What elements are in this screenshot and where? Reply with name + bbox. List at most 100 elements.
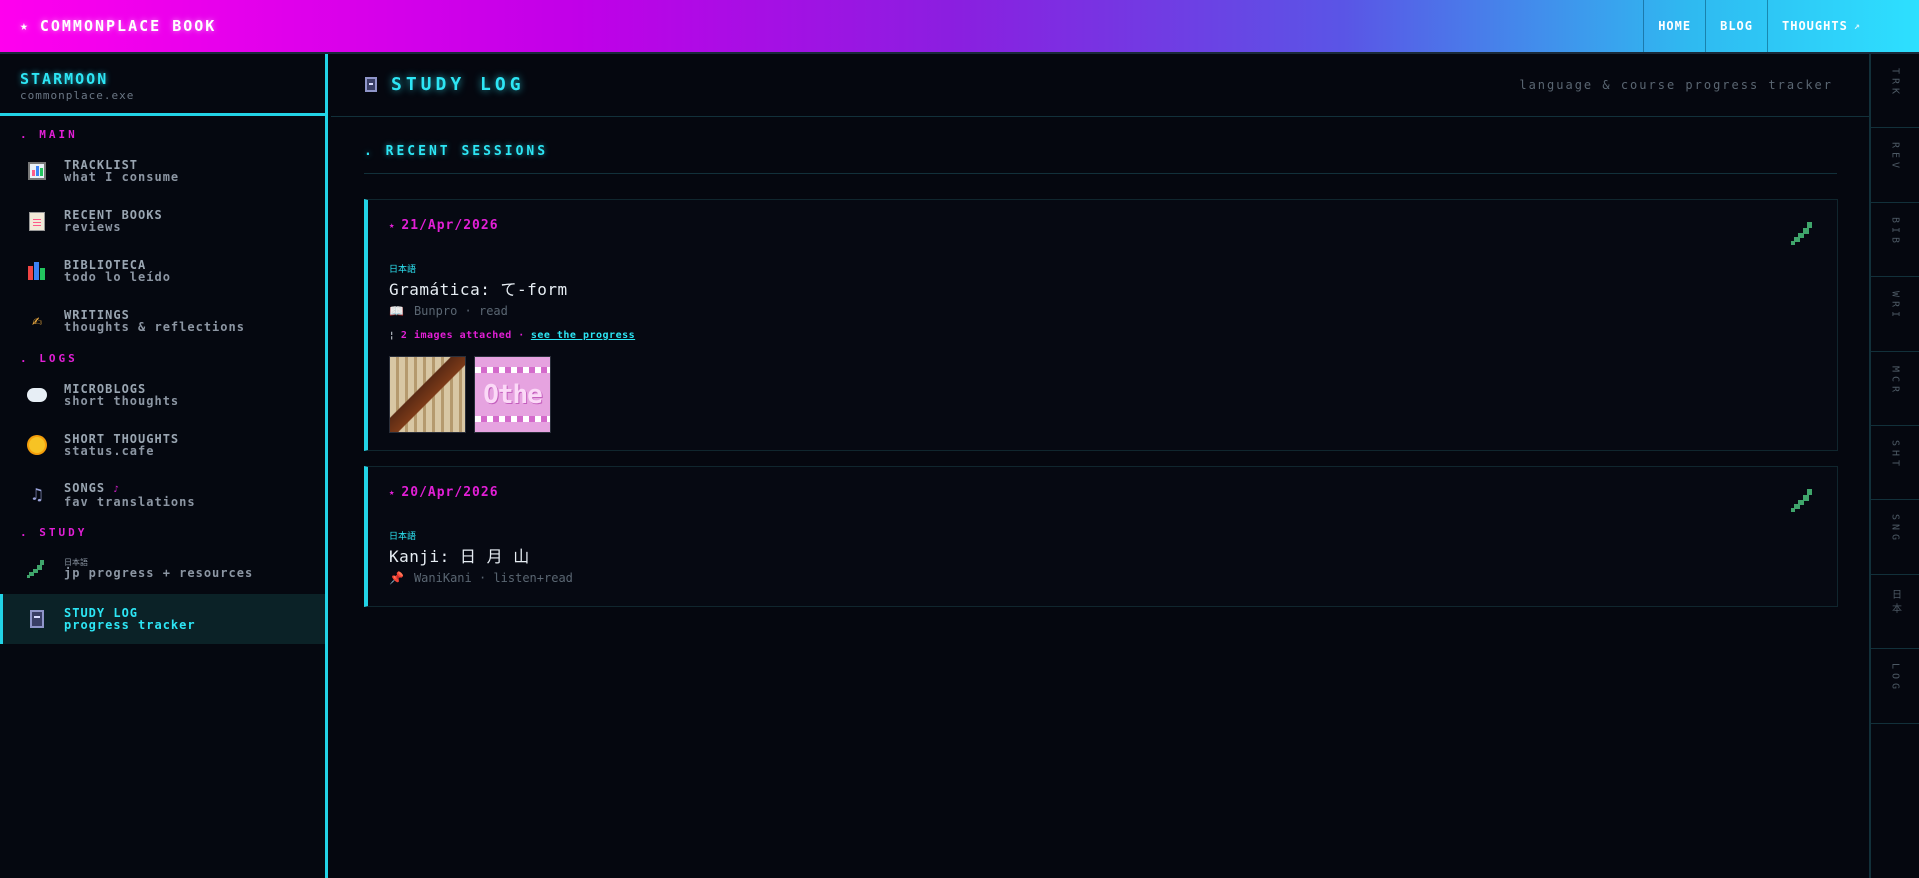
star-icon: ★ xyxy=(20,18,30,34)
sidebar-item-title: RECENT BOOKS xyxy=(64,207,163,222)
top-nav: HOME BLOG THOUGHTS ↗ xyxy=(1643,0,1919,52)
open-book-icon: 📖 xyxy=(389,304,404,318)
rail-tab-label: 日本 xyxy=(1889,588,1901,617)
bar-chart-icon xyxy=(26,160,48,182)
sidebar-item-subtitle: fav translations xyxy=(64,494,196,509)
entry-topic: Kanji: 日 月 山 xyxy=(389,547,530,566)
session-entry: ★ 21/Apr/2026 日本語 Gramática: て-form 📖 Bu… xyxy=(364,199,1838,451)
page-header: STUDY LOG language & course progress tra… xyxy=(331,54,1869,117)
japan-map-icon xyxy=(1791,222,1815,246)
section-label-main: . MAIN xyxy=(20,127,78,141)
rail-tab-label: SHT xyxy=(1889,439,1901,471)
site-title: STARMOON xyxy=(20,70,109,88)
sidebar-item-japanese[interactable]: 日本語 jp progress + resources xyxy=(0,544,325,594)
rail-tab-label: TRK xyxy=(1889,68,1901,99)
sidebar-item-title: WRITINGS xyxy=(64,307,130,322)
nav-thoughts-label: THOUGHTS xyxy=(1782,19,1848,33)
rail-tab-trk[interactable]: TRK xyxy=(1871,54,1919,129)
entry-meta-text: Bunpro · read xyxy=(413,304,508,318)
paperclip-icon: ¦ xyxy=(389,330,395,341)
sun-icon xyxy=(26,434,48,456)
thumbnail-image[interactable]: Othe xyxy=(474,356,551,433)
rail-tab-sht[interactable]: SHT xyxy=(1871,426,1919,501)
sidebar-item-tracklist[interactable]: TRACKLIST what I consume xyxy=(0,146,325,196)
section-label-study: . STUDY xyxy=(20,525,88,539)
top-bar: ★ COMMONPLACE BOOK HOME BLOG THOUGHTS ↗ xyxy=(0,0,1919,54)
page-title-text: STUDY LOG xyxy=(391,74,525,95)
rail-tab-label: WRI xyxy=(1889,291,1901,322)
sidebar-header[interactable]: STARMOON commonplace.exe xyxy=(0,54,325,116)
attachments-text: 2 images attached · xyxy=(400,330,525,341)
sidebar-item-biblioteca[interactable]: BIBLIOTECA todo lo leído xyxy=(0,246,325,296)
brand-title: COMMONPLACE BOOK xyxy=(39,17,217,35)
entry-meta: 📖 Bunpro · read xyxy=(389,304,508,318)
japan-map-icon xyxy=(1791,489,1815,513)
star-icon: ★ xyxy=(389,220,396,231)
nav-blog-link[interactable]: BLOG xyxy=(1705,0,1767,52)
nav-thoughts-link[interactable]: THOUGHTS ↗ xyxy=(1767,0,1919,52)
sidebar-item-subtitle: short thoughts xyxy=(64,393,180,408)
sidebar-item-study-log[interactable]: STUDY LOG progress tracker xyxy=(0,594,325,644)
page-subtitle: language & course progress tracker xyxy=(1519,78,1833,92)
rail-tab-mcr[interactable]: MCR xyxy=(1871,352,1919,426)
brand[interactable]: ★ COMMONPLACE BOOK xyxy=(20,16,216,36)
rail-tab-rev[interactable]: REV xyxy=(1871,128,1919,203)
rail-tab-bib[interactable]: BIB xyxy=(1871,203,1919,278)
session-entry: ★ 20/Apr/2026 日本語 Kanji: 日 月 山 📌 WaniKan… xyxy=(364,466,1838,607)
sidebar-item-subtitle: what I consume xyxy=(64,169,180,184)
sidebar-item-subtitle: todo lo leído xyxy=(64,269,171,284)
sidebar-item-writings[interactable]: ✍ WRITINGS thoughts & reflections xyxy=(0,296,325,346)
entry-date: ★ 20/Apr/2026 xyxy=(389,485,499,500)
main-content: STUDY LOG language & course progress tra… xyxy=(331,54,1869,878)
document-icon xyxy=(26,210,48,232)
entry-thumbnails: Othe xyxy=(389,356,551,433)
sidebar-item-subtitle: status.cafe xyxy=(64,443,155,458)
thought-bubble-icon xyxy=(26,384,48,406)
sidebar-item-title: MICROBLOGS xyxy=(64,381,147,396)
thumbnail-text: Othe xyxy=(483,379,543,410)
right-rail: TRK REV BIB WRI MCR SHT SNG 日本 LOG xyxy=(1869,54,1919,878)
thumbnail-image[interactable] xyxy=(389,356,466,433)
rail-tab-label: LOG xyxy=(1889,663,1901,694)
entry-attachments: ¦ 2 images attached · see the progress xyxy=(389,330,635,341)
nav-home-link[interactable]: HOME xyxy=(1643,0,1705,52)
sidebar-item-title: STUDY LOG xyxy=(64,605,139,620)
notebook-icon xyxy=(26,608,48,630)
see-progress-link[interactable]: see the progress xyxy=(531,330,635,341)
sidebar-item-short-thoughts[interactable]: SHORT THOUGHTS status.cafe xyxy=(0,420,325,470)
songs-title: SONGS xyxy=(64,480,106,495)
sidebar-item-title: SONGS ♪ xyxy=(64,482,196,496)
rail-tab-log[interactable]: LOG xyxy=(1871,649,1919,724)
rail-tab-wri[interactable]: WRI xyxy=(1871,277,1919,352)
sidebar-item-songs[interactable]: ♫ SONGS ♪ fav translations xyxy=(0,470,325,520)
entry-date: ★ 21/Apr/2026 xyxy=(389,218,499,233)
sidebar-item-title: TRACKLIST xyxy=(64,157,139,172)
sidebar-item-title: SHORT THOUGHTS xyxy=(64,431,180,446)
entry-meta-text: WaniKani · listen+read xyxy=(413,571,573,585)
sidebar-item-subtitle: thoughts & reflections xyxy=(64,319,245,334)
rail-tab-jp[interactable]: 日本 xyxy=(1871,575,1919,650)
sidebar-item-recent-books[interactable]: RECENT BOOKS reviews xyxy=(0,196,325,246)
entry-date-text: 20/Apr/2026 xyxy=(401,485,499,500)
entry-meta: 📌 WaniKani · listen+read xyxy=(389,571,573,585)
sidebar-item-title: BIBLIOTECA xyxy=(64,257,147,272)
writing-hand-icon: ✍ xyxy=(31,311,43,331)
recent-sessions-heading: . RECENT SESSIONS xyxy=(364,144,1837,174)
page-title: STUDY LOG xyxy=(365,74,525,95)
japan-map-icon xyxy=(26,558,48,580)
books-icon xyxy=(26,260,48,282)
rail-tab-label: MCR xyxy=(1889,365,1901,396)
rail-tab-label: REV xyxy=(1889,142,1901,173)
sidebar-item-subtitle: jp progress + resources xyxy=(64,566,254,580)
songs-note: ♪ xyxy=(113,484,120,495)
entry-language: 日本語 xyxy=(389,265,417,275)
pushpin-icon: 📌 xyxy=(389,571,404,585)
sidebar: STARMOON commonplace.exe . MAIN TRACKLIS… xyxy=(0,54,328,878)
sidebar-item-subtitle: progress tracker xyxy=(64,617,196,632)
rail-tab-label: BIB xyxy=(1889,216,1901,247)
entry-topic: Gramática: て-form xyxy=(389,280,568,299)
section-label-logs: . LOGS xyxy=(20,351,78,365)
sidebar-item-microblogs[interactable]: MICROBLOGS short thoughts xyxy=(0,370,325,420)
entry-language: 日本語 xyxy=(389,532,417,542)
rail-tab-sng[interactable]: SNG xyxy=(1871,500,1919,575)
